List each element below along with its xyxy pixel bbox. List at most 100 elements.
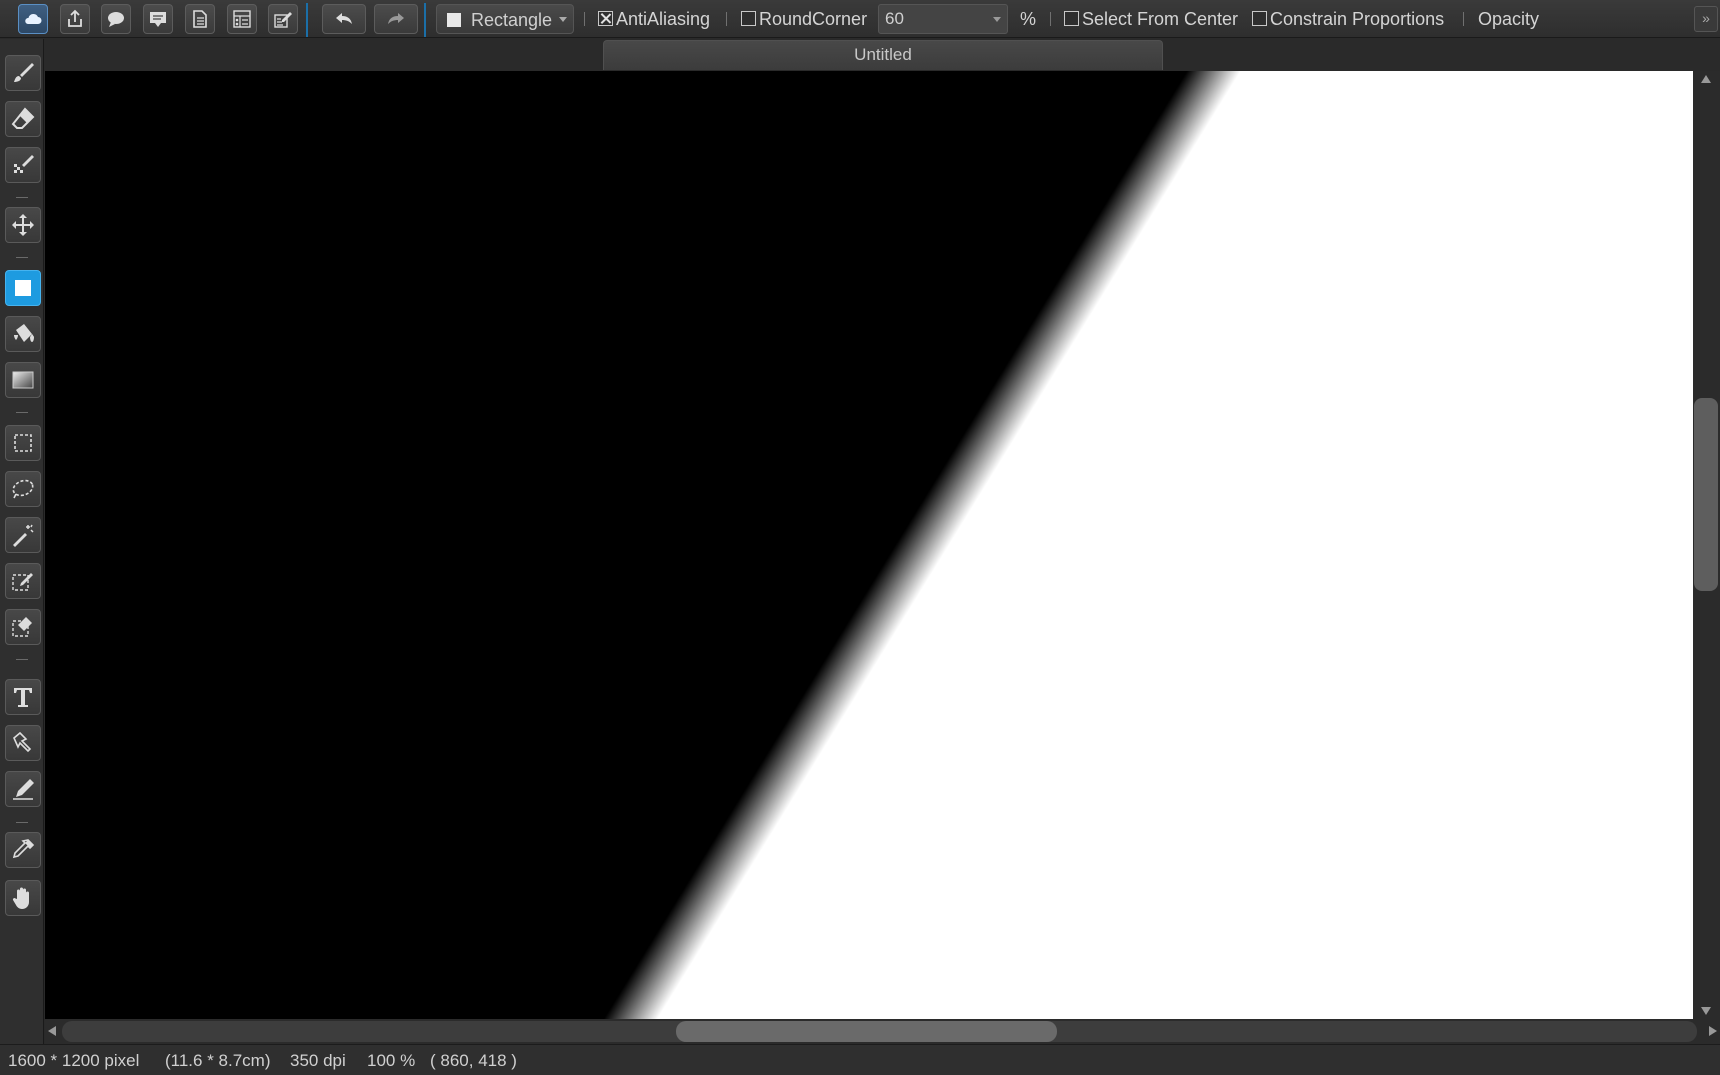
toolbox-separator: [16, 822, 28, 823]
toolbar-separator: [424, 3, 426, 37]
cloud-icon: [25, 13, 42, 24]
rectangle-shape-tool[interactable]: [5, 270, 41, 306]
rectangle-shape-tool-icon: [15, 280, 31, 296]
eraser-tool[interactable]: [5, 101, 41, 137]
rect-select-tool[interactable]: [5, 425, 41, 461]
hand-tool-icon: [12, 887, 29, 909]
canvas-size: 1600 * 1200 pixel: [8, 1051, 140, 1070]
toolbar-divider: [1050, 12, 1051, 26]
shape-type-label: Rectangle: [471, 10, 553, 30]
vertical-scroll-thumb[interactable]: [1694, 398, 1718, 591]
select-eraser-tool-icon: [12, 617, 32, 637]
scroll-left-arrow-icon[interactable]: [48, 1026, 56, 1036]
canvas-dpi: 350 dpi: [290, 1051, 346, 1070]
transform-tool-icon: [13, 731, 32, 753]
pixel-brush-tool-icon: [14, 155, 34, 173]
zoom-level: 100 %: [367, 1051, 416, 1070]
select-pen-tool[interactable]: [5, 563, 41, 599]
share-button[interactable]: [60, 4, 90, 34]
brush-tool-icon: [14, 63, 34, 82]
transform-tool[interactable]: [5, 725, 41, 761]
opacity-label: Opacity: [1478, 9, 1540, 29]
unit-label: %: [1020, 9, 1037, 29]
constrain-proportions-label: Constrain Proportions: [1270, 9, 1445, 29]
toolbar-divider: [1463, 12, 1464, 26]
edit-panel-icon: [274, 12, 292, 28]
magic-wand-tool-icon: [13, 524, 34, 547]
correction-pen-tool-icon: [13, 779, 34, 800]
comment-icon: [150, 12, 166, 27]
document-icon: [193, 10, 207, 28]
rect-select-tool-icon: [14, 434, 32, 452]
toolbox-separator: [16, 659, 28, 660]
antialiasing-checkbox[interactable]: [598, 11, 613, 26]
correction-pen-tool[interactable]: [5, 771, 41, 807]
roundcorner-label: RoundCorner: [759, 9, 868, 29]
black-white-diagonal-fill: [45, 71, 1693, 1019]
roundcorner-value-field[interactable]: 60: [878, 4, 1008, 34]
roundcorner-checkbox[interactable]: [741, 11, 756, 26]
double-chevron-icon: »: [1702, 10, 1710, 26]
redo-button[interactable]: [374, 4, 418, 34]
chevron-down-icon: [559, 17, 567, 22]
move-tool[interactable]: [5, 207, 41, 243]
select-eraser-tool[interactable]: [5, 609, 41, 645]
list-panel-button[interactable]: [227, 4, 257, 34]
horizontal-scrollbar[interactable]: [45, 1019, 1720, 1044]
chevron-down-icon[interactable]: [993, 17, 1001, 22]
pixel-brush-tool[interactable]: [5, 147, 41, 183]
document-button[interactable]: [185, 4, 215, 34]
constrain-proportions-checkbox[interactable]: [1252, 11, 1267, 26]
cloud-button[interactable]: [18, 4, 48, 34]
chat-bubble-icon: [108, 12, 124, 27]
edit-panel-button[interactable]: [268, 4, 298, 34]
lasso-select-tool[interactable]: [5, 471, 41, 507]
toolbar-overflow-button[interactable]: »: [1694, 6, 1718, 32]
vertical-scrollbar[interactable]: [1693, 71, 1720, 1019]
list-panel-icon: [233, 10, 251, 28]
status-bar: 1600 * 1200 pixel (11.6 * 8.7cm) 350 dpi…: [0, 1044, 1720, 1075]
hand-tool[interactable]: [5, 880, 41, 916]
toolbar-divider: [726, 12, 727, 26]
canvas-physical-size: (11.6 * 8.7cm): [165, 1051, 271, 1070]
toolbar-separator: [306, 3, 308, 37]
document-title: Untitled: [854, 45, 912, 64]
tab-document-untitled[interactable]: Untitled: [603, 40, 1163, 70]
text-tool-icon: [14, 688, 32, 707]
paint-bucket-tool[interactable]: [5, 316, 41, 352]
paint-bucket-tool-icon: [14, 324, 34, 342]
text-tool[interactable]: [5, 679, 41, 715]
comment-button[interactable]: [143, 4, 173, 34]
select-from-center-checkbox[interactable]: [1064, 11, 1079, 26]
lasso-select-tool-icon: [12, 479, 34, 499]
eraser-tool-icon: [11, 107, 35, 129]
toolbox-separator: [16, 412, 28, 413]
eyedropper-tool[interactable]: [5, 832, 41, 868]
cursor-coordinates: ( 860, 418 ): [430, 1051, 517, 1070]
shape-type-dropdown[interactable]: Rectangle: [436, 4, 574, 34]
drawing-canvas[interactable]: [45, 71, 1693, 1019]
undo-icon: [336, 13, 352, 24]
scroll-down-arrow-icon[interactable]: [1701, 1007, 1711, 1015]
toolbox-separator: [16, 257, 28, 258]
toolbar-divider: [584, 12, 585, 26]
move-tool-icon: [12, 214, 34, 236]
toolbox: [0, 39, 44, 1044]
rectangle-shape-icon: [447, 13, 461, 27]
share-icon: [68, 9, 82, 27]
select-pen-tool-icon: [12, 573, 33, 591]
scroll-right-arrow-icon[interactable]: [1709, 1026, 1717, 1036]
gradient-tool-icon: [12, 371, 34, 389]
gradient-tool[interactable]: [5, 362, 41, 398]
select-from-center-label: Select From Center: [1082, 9, 1239, 29]
undo-button[interactable]: [322, 4, 366, 34]
redo-icon: [388, 13, 404, 24]
top-toolbar: Rectangle AntiAliasing RoundCorner 60 % …: [0, 0, 1720, 38]
chat-button[interactable]: [101, 4, 131, 34]
magic-wand-tool[interactable]: [5, 517, 41, 553]
horizontal-scroll-thumb[interactable]: [676, 1021, 1057, 1042]
roundcorner-value: 60: [885, 9, 904, 28]
scroll-up-arrow-icon[interactable]: [1701, 75, 1711, 83]
canvas-content: [45, 71, 1693, 1019]
brush-tool[interactable]: [5, 55, 41, 91]
